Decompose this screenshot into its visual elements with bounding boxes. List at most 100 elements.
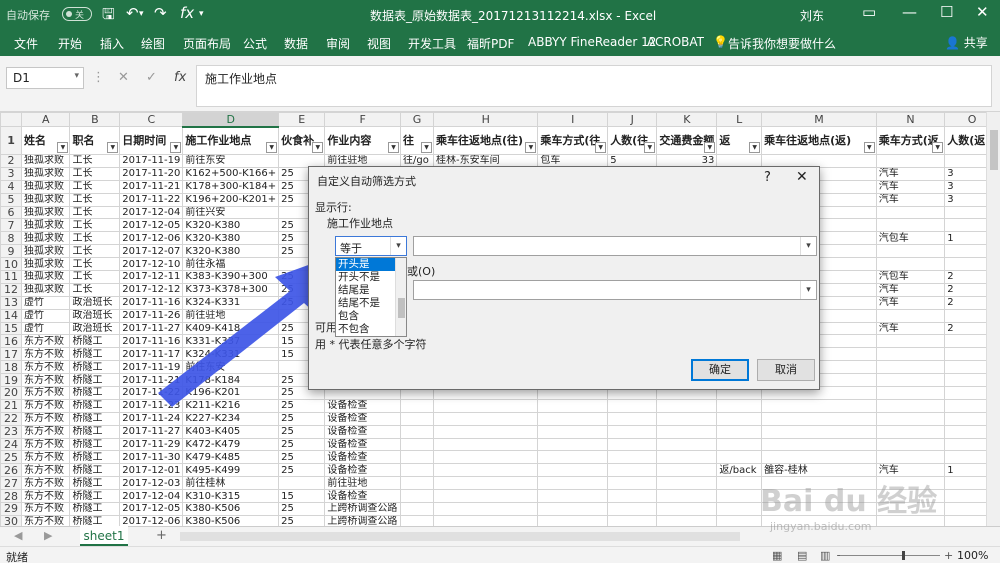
cell[interactable]	[537, 424, 609, 439]
filter-dropdown-icon[interactable]: ▼	[107, 142, 119, 153]
cell[interactable]: 上跨桥调查公路	[324, 502, 402, 516]
cell[interactable]: K373-K378+300	[182, 282, 280, 297]
filter-dropdown-icon[interactable]: ▼	[312, 142, 324, 153]
cell[interactable]	[761, 437, 877, 452]
cell[interactable]: 25	[278, 398, 326, 413]
cell[interactable]: 2017-11-17	[119, 347, 184, 362]
cell[interactable]: 工长	[69, 270, 121, 284]
undo-dropdown-icon[interactable]: ▾	[139, 9, 144, 19]
cell[interactable]: 汽车	[875, 192, 946, 207]
cell[interactable]: 设备检查	[324, 424, 402, 439]
cell[interactable]: 25	[278, 424, 326, 439]
cell[interactable]: 汽车	[875, 166, 946, 181]
cell[interactable]: 2017-11-19	[119, 360, 184, 375]
cell[interactable]	[537, 411, 609, 426]
cell[interactable]	[537, 514, 609, 526]
cell[interactable]	[607, 424, 658, 439]
formula-input[interactable]: 施工作业地点	[196, 65, 992, 107]
column-header-a[interactable]: A	[21, 112, 71, 127]
cell[interactable]: 15	[278, 489, 326, 504]
cell[interactable]: 2017-12-07	[119, 244, 184, 259]
tab-acrobat[interactable]: ACROBAT	[647, 35, 704, 49]
cell[interactable]: 东方不败	[21, 398, 71, 413]
cell[interactable]	[537, 450, 609, 465]
cell[interactable]: K324-K331	[182, 347, 280, 362]
help-icon[interactable]: ?	[764, 170, 771, 185]
cell[interactable]: 虚竹	[21, 308, 71, 323]
cell[interactable]: 2017-11-21	[119, 373, 184, 388]
cell[interactable]: 25	[278, 463, 326, 478]
cell[interactable]	[716, 450, 763, 465]
cell[interactable]	[400, 437, 435, 452]
row-header[interactable]: 22	[0, 411, 23, 426]
cell[interactable]	[716, 476, 763, 491]
cell[interactable]: 独孤求败	[21, 270, 71, 284]
cell[interactable]	[400, 411, 435, 426]
row-header[interactable]: 6	[0, 205, 23, 220]
insert-function-icon[interactable]: fx	[174, 70, 186, 85]
cell[interactable]	[607, 502, 658, 516]
header-cell[interactable]: 人数(往 ▼	[607, 126, 658, 155]
row-header[interactable]: 3	[0, 166, 23, 181]
cell[interactable]: 25	[278, 502, 326, 516]
cell[interactable]: 25	[278, 514, 326, 526]
cell[interactable]	[656, 411, 718, 426]
cell[interactable]: K310-K315	[182, 489, 280, 504]
cell[interactable]	[433, 398, 539, 413]
cell[interactable]: K331-K337	[182, 334, 280, 349]
close-window-icon[interactable]: ✕	[976, 3, 989, 21]
cell[interactable]	[716, 424, 763, 439]
row-header[interactable]: 1	[0, 126, 23, 155]
cell[interactable]	[875, 218, 946, 233]
row-header[interactable]: 18	[0, 360, 23, 375]
cell[interactable]: 东方不败	[21, 334, 71, 349]
tell-me-search[interactable]: 告诉我你想要做什么	[728, 35, 836, 52]
cell[interactable]: 前往桂林	[182, 476, 280, 491]
cell[interactable]: 东方不败	[21, 347, 71, 362]
cell[interactable]	[761, 411, 877, 426]
row-header[interactable]: 12	[0, 282, 23, 297]
cell[interactable]: 设备检查	[324, 437, 402, 452]
ok-button[interactable]: 确定	[691, 359, 749, 381]
save-icon[interactable]: 🖫	[102, 4, 115, 29]
cell[interactable]: 桥隧工	[69, 360, 121, 375]
cell[interactable]: 东方不败	[21, 450, 71, 465]
cell[interactable]	[607, 463, 658, 478]
cell[interactable]	[875, 386, 946, 400]
cell[interactable]: 工长	[69, 205, 121, 220]
filter-dropdown-icon[interactable]: ▼	[863, 142, 875, 153]
cell[interactable]	[537, 398, 609, 413]
cell[interactable]: 东方不败	[21, 360, 71, 375]
cell[interactable]: 2017-12-10	[119, 257, 184, 272]
row-header[interactable]: 24	[0, 437, 23, 452]
zoom-level[interactable]: 100%	[957, 549, 988, 562]
cell[interactable]	[537, 502, 609, 516]
row-header[interactable]: 15	[0, 321, 23, 336]
cell[interactable]: 前往驻地	[324, 476, 402, 491]
cell[interactable]	[875, 398, 946, 413]
cell[interactable]	[716, 437, 763, 452]
cell[interactable]	[433, 489, 539, 504]
cell[interactable]: 桥隧工	[69, 450, 121, 465]
cell[interactable]	[537, 463, 609, 478]
cell[interactable]: 桥隧工	[69, 373, 121, 388]
cell[interactable]: 2017-11-27	[119, 424, 184, 439]
cell[interactable]	[537, 437, 609, 452]
cell[interactable]	[400, 514, 435, 526]
cell[interactable]	[761, 398, 877, 413]
cell[interactable]: 桥隧工	[69, 386, 121, 400]
cell[interactable]: 独孤求败	[21, 166, 71, 181]
cell[interactable]: 25	[278, 437, 326, 452]
cell[interactable]: 2017-11-16	[119, 295, 184, 310]
cell[interactable]	[716, 502, 763, 516]
cell[interactable]: 工长	[69, 244, 121, 259]
cell[interactable]: 工长	[69, 231, 121, 246]
cell[interactable]: 2017-11-22	[119, 192, 184, 207]
page-layout-view-icon[interactable]: ▤	[797, 549, 807, 562]
cell[interactable]: 2017-11-29	[119, 437, 184, 452]
cell[interactable]	[875, 257, 946, 272]
column-header-c[interactable]: C	[119, 112, 184, 127]
cell[interactable]	[716, 411, 763, 426]
tab-page-layout[interactable]: 页面布局	[183, 35, 231, 52]
cell[interactable]: 2017-11-21	[119, 179, 184, 194]
